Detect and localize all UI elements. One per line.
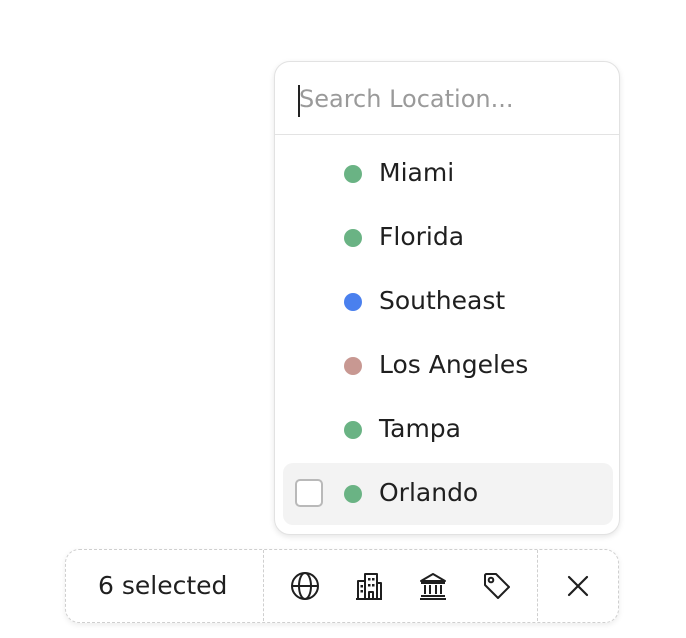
close-icon xyxy=(567,575,589,597)
location-color-dot xyxy=(344,293,362,311)
location-dropdown: Miami Florida Southeast Los Angeles Tamp… xyxy=(274,61,620,535)
building-button[interactable] xyxy=(351,568,387,604)
location-color-dot xyxy=(344,165,362,183)
bank-icon xyxy=(420,573,446,600)
location-color-dot xyxy=(344,229,362,247)
location-item-tampa[interactable]: Tampa xyxy=(283,399,613,461)
selected-count: 6 selected xyxy=(98,571,228,600)
divider xyxy=(537,550,538,621)
location-label: Tampa xyxy=(379,414,461,443)
tag-button[interactable] xyxy=(479,568,515,604)
close-selection-button[interactable] xyxy=(560,568,596,604)
location-label: Southeast xyxy=(379,286,506,315)
search-row xyxy=(275,62,619,135)
location-label: Florida xyxy=(379,222,465,251)
location-filter-screen: Miami Florida Southeast Los Angeles Tamp… xyxy=(0,0,686,638)
location-item-los-angeles[interactable]: Los Angeles xyxy=(283,335,613,397)
location-label: Miami xyxy=(379,158,455,187)
location-label: Los Angeles xyxy=(379,350,529,379)
selection-action-bar: 6 selected xyxy=(65,549,619,623)
search-location-input[interactable] xyxy=(299,78,599,120)
location-item-orlando[interactable]: Orlando xyxy=(283,463,613,525)
location-color-dot xyxy=(344,357,362,375)
building-icon xyxy=(356,573,382,600)
bank-button[interactable] xyxy=(415,568,451,604)
location-color-dot xyxy=(344,421,362,439)
globe-button[interactable] xyxy=(287,568,323,604)
location-checkbox[interactable] xyxy=(295,479,323,507)
divider xyxy=(263,550,264,621)
tag-icon xyxy=(484,573,510,599)
location-label: Orlando xyxy=(379,478,479,507)
globe-icon xyxy=(291,572,319,600)
location-color-dot xyxy=(344,485,362,503)
location-item-florida[interactable]: Florida xyxy=(283,207,613,269)
location-item-miami[interactable]: Miami xyxy=(283,143,613,205)
location-item-southeast[interactable]: Southeast xyxy=(283,271,613,333)
